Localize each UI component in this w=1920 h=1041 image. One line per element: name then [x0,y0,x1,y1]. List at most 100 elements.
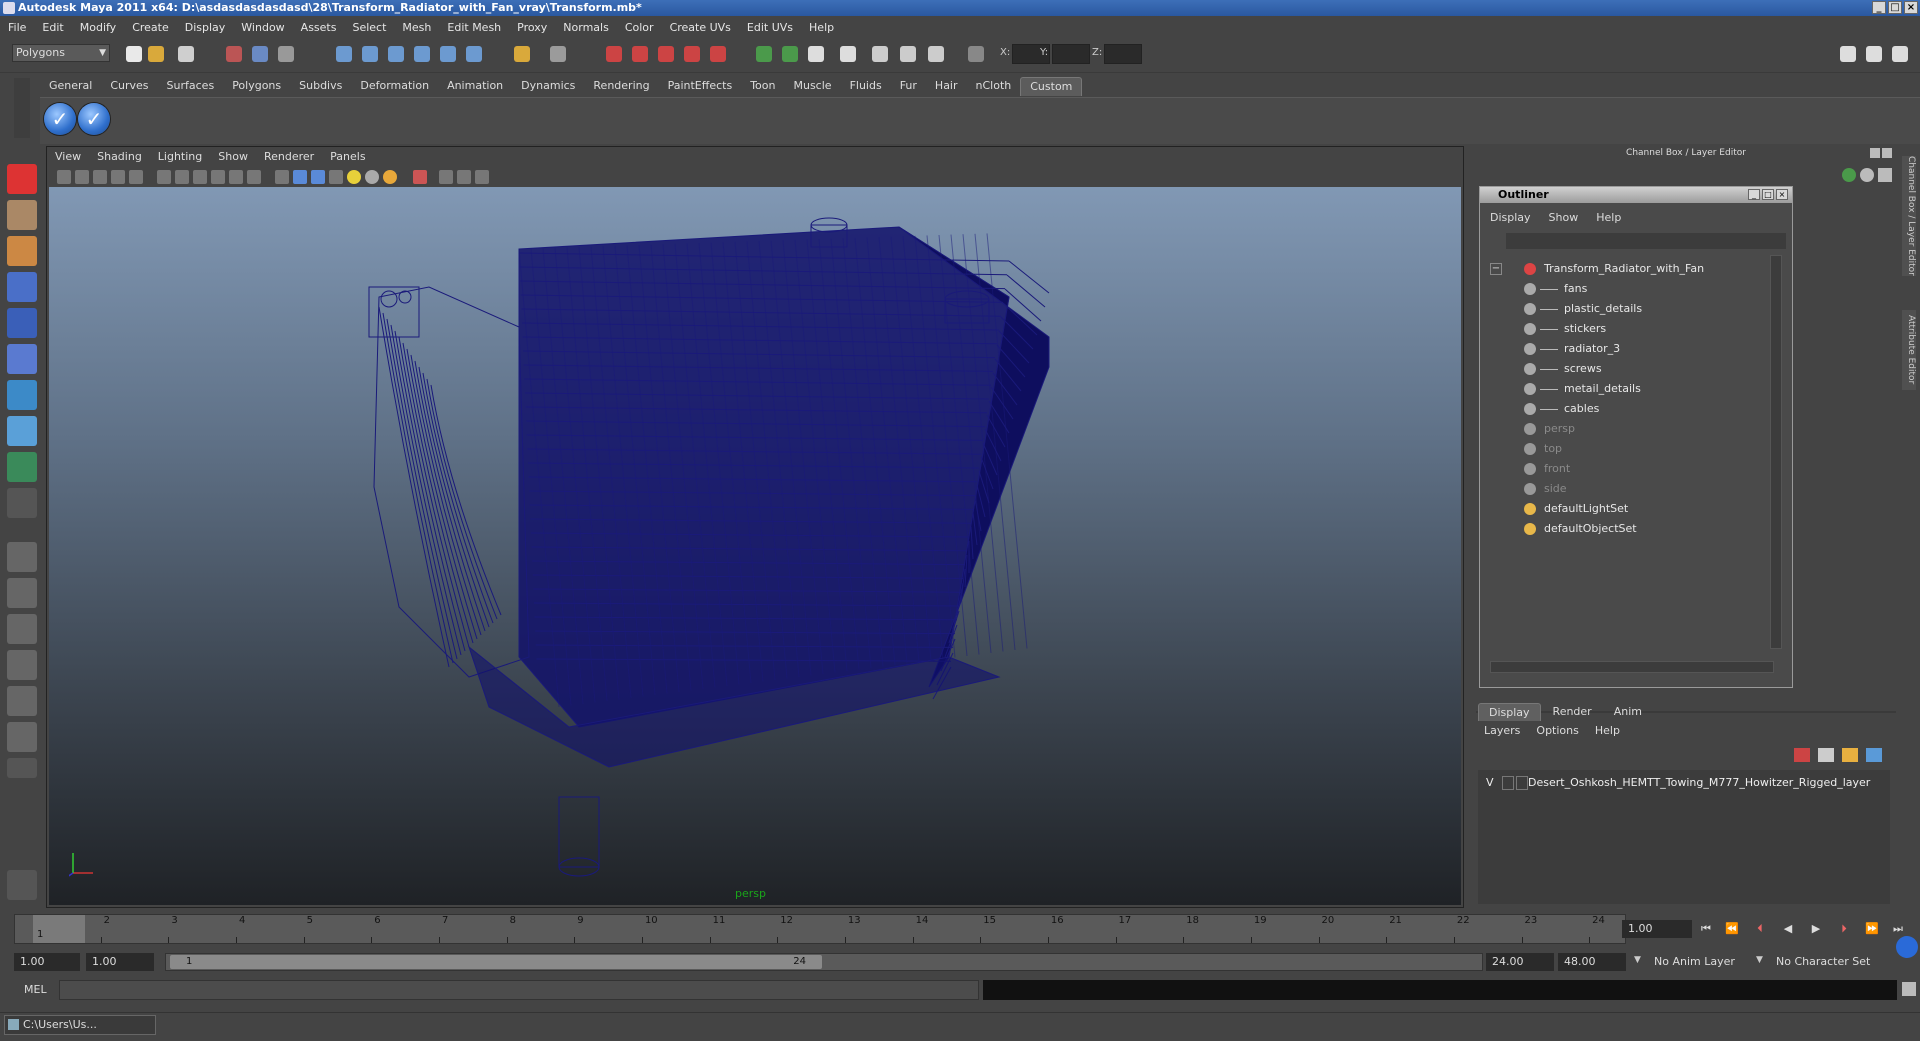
layer-tab-display[interactable]: Display [1478,703,1541,721]
wireframe-on-shaded-icon[interactable] [311,170,325,184]
ipr-render-icon[interactable] [632,46,648,62]
output-ops-icon[interactable] [550,46,566,62]
menu-proxy[interactable]: Proxy [509,21,555,34]
anim-layer-dropdown[interactable]: No Anim Layer [1648,953,1752,971]
outliner-item[interactable]: Transform_Radiator_with_Fan − [1484,259,1770,279]
menu-normals[interactable]: Normals [555,21,617,34]
xray-icon[interactable] [439,170,453,184]
outliner-vertical-scrollbar[interactable] [1770,255,1782,649]
outliner-menu-display[interactable]: Display [1490,211,1531,224]
rotate-tool-icon[interactable] [7,308,37,338]
lasso-tool-icon[interactable] [7,200,37,230]
menu-display[interactable]: Display [177,21,234,34]
move-layer-down-icon[interactable] [1818,748,1834,762]
select-object-icon[interactable] [252,46,268,62]
layout-options-icon[interactable] [7,758,37,778]
shelf-tab-custom[interactable]: Custom [1020,77,1083,96]
playback-start-field[interactable]: 1.00 [86,953,154,971]
shelf-tab-toon[interactable]: Toon [741,77,784,95]
outliner-filter-field[interactable] [1506,233,1786,249]
xray-joints-icon[interactable] [457,170,471,184]
render-view-icon[interactable] [710,46,726,62]
default-lighting-icon[interactable] [347,170,361,184]
z-field[interactable] [1104,44,1142,64]
menu-modify[interactable]: Modify [72,21,124,34]
character-set-dropdown[interactable]: No Character Set [1770,953,1882,971]
layer-menu-layers[interactable]: Layers [1484,724,1520,737]
outliner-menu-show[interactable]: Show [1549,211,1579,224]
outliner-item[interactable]: plastic_details [1484,299,1770,319]
isolate-select-icon[interactable] [413,170,427,184]
check-shelf-icon[interactable]: ✓ [44,103,76,135]
universal-manipulator-icon[interactable] [7,380,37,410]
field-chart-icon[interactable] [211,170,225,184]
outliner-item[interactable]: defaultLightSet [1484,499,1770,519]
y-field[interactable] [1052,44,1090,64]
shelf-tab-muscle[interactable]: Muscle [784,77,840,95]
outliner-item[interactable]: side [1484,479,1770,499]
soft-mod-icon[interactable] [7,416,37,446]
select-tool-icon[interactable] [7,164,37,194]
menu-edit-mesh[interactable]: Edit Mesh [439,21,509,34]
viewport-canvas[interactable]: persp [49,187,1461,905]
safe-action-icon[interactable] [229,170,243,184]
outliner-minimize-button[interactable]: _ [1748,189,1760,200]
absolute-transform-icon[interactable] [756,46,772,62]
command-language-label[interactable]: MEL [24,983,47,996]
menu-assets[interactable]: Assets [293,21,345,34]
persp-graph-hypergraph-layout-icon[interactable] [7,722,37,752]
gate-mask-icon[interactable] [193,170,207,184]
outliner-item[interactable]: front [1484,459,1770,479]
viewport-menu-shading[interactable]: Shading [89,150,150,163]
toggle-attribute-editor-icon[interactable] [1840,46,1856,62]
outliner-item[interactable]: screws [1484,359,1770,379]
minimized-window-button[interactable]: C:\Users\Us... [4,1015,156,1035]
maximize-button[interactable]: □ [1888,1,1902,14]
mel-command-input[interactable] [59,980,979,1000]
chevron-down-icon[interactable]: ▼ [1756,955,1763,965]
close-button[interactable]: × [1904,1,1918,14]
save-scene-icon[interactable] [178,46,194,62]
current-frame-marker[interactable]: 1 [33,915,85,943]
snap-grid-icon[interactable] [336,46,352,62]
outliner-horizontal-scrollbar[interactable] [1490,661,1774,673]
outliner-item[interactable]: stickers [1484,319,1770,339]
float-panel-icon[interactable] [1870,148,1880,158]
play-backwards-icon[interactable]: ◀ [1780,922,1796,936]
shelf-menu-handle[interactable] [14,78,30,138]
outliner-item[interactable]: radiator_3 [1484,339,1770,359]
go-to-start-icon[interactable]: ⏮ [1698,922,1714,936]
viewport-menu-panels[interactable]: Panels [322,150,373,163]
history-icon[interactable] [466,46,482,62]
shelf-tab-subdivs[interactable]: Subdivs [290,77,351,95]
viewport-menu-lighting[interactable]: Lighting [150,150,210,163]
outliner-item[interactable]: cables [1484,399,1770,419]
layer-visibility-toggle[interactable]: V [1486,776,1494,789]
shelf-tab-hair[interactable]: Hair [926,77,967,95]
check-shelf-icon[interactable]: ✓ [78,103,110,135]
hypershade-layout-icon[interactable] [7,686,37,716]
shelf-tab-rendering[interactable]: Rendering [584,77,658,95]
resolution-gate-icon[interactable] [175,170,189,184]
menu-window[interactable]: Window [233,21,292,34]
menu-file[interactable]: File [0,21,34,34]
layer-menu-help[interactable]: Help [1595,724,1620,737]
shelf-tab-animation[interactable]: Animation [438,77,512,95]
viewport-menu-show[interactable]: Show [210,150,256,163]
menu-help[interactable]: Help [801,21,842,34]
camera-attributes-icon[interactable] [75,170,89,184]
new-empty-layer-icon[interactable] [1842,748,1858,762]
all-lights-icon[interactable] [365,170,379,184]
relative-transform-icon[interactable] [782,46,798,62]
outliner-item[interactable]: defaultObjectSet [1484,519,1770,539]
textured-icon[interactable] [329,170,343,184]
side-tab-attribute-editor[interactable]: Attribute Editor [1902,310,1916,390]
grid-toggle-icon[interactable] [129,170,143,184]
toggle-layer-editor-icon[interactable] [1892,46,1908,62]
show-modeling-toolkit-icon[interactable] [840,46,856,62]
auto-key-icon[interactable] [1896,936,1918,958]
snap-point-icon[interactable] [388,46,404,62]
layer-tab-render[interactable]: Render [1543,703,1602,720]
side-tab-channel-box[interactable]: Channel Box / Layer Editor [1902,156,1916,276]
film-gate-icon[interactable] [157,170,171,184]
